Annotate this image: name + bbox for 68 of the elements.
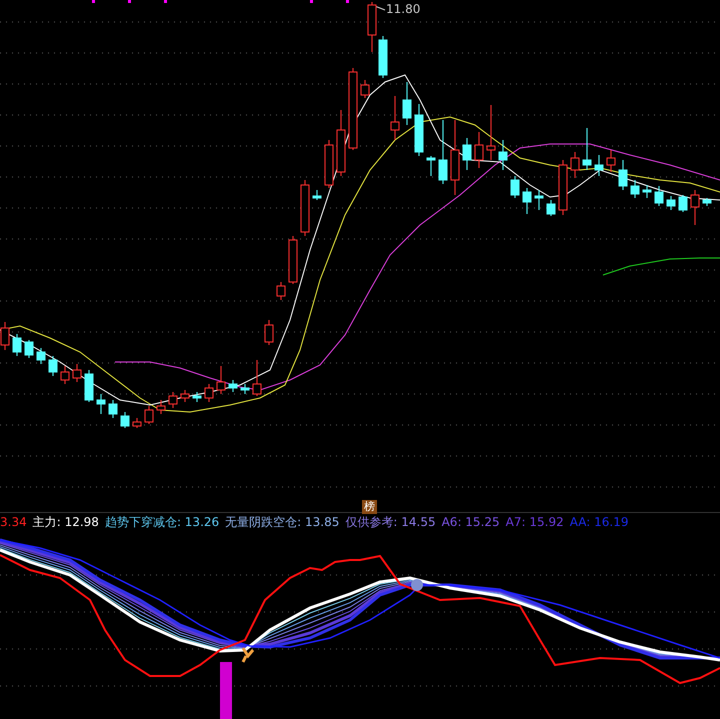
candlestick	[414, 104, 424, 156]
candlestick	[558, 160, 568, 216]
candlestick	[402, 82, 412, 126]
candlestick	[606, 150, 616, 172]
candlestick	[498, 140, 508, 170]
candlestick	[630, 180, 640, 198]
candlestick	[204, 384, 214, 402]
candlestick	[522, 188, 532, 214]
candlestick	[690, 190, 700, 226]
candlestick	[156, 400, 166, 414]
candlestick	[132, 418, 142, 428]
candlestick	[642, 184, 652, 198]
candlestick	[84, 370, 94, 402]
candlestick	[96, 394, 106, 414]
candlestick	[12, 334, 22, 356]
candlestick	[264, 320, 274, 346]
candlestick	[252, 360, 262, 396]
indicator-value: A6: 15.25	[442, 515, 500, 529]
indicator-value: 仅供参考: 14.55	[345, 514, 436, 530]
candlestick	[24, 340, 34, 358]
candlestick	[300, 180, 310, 236]
candlestick	[324, 140, 334, 188]
candlestick	[390, 96, 400, 140]
candlestick	[666, 196, 676, 210]
indicator-value: AA: 16.19	[570, 515, 628, 529]
candlestick	[60, 366, 70, 384]
indicator-value: A7: 15.92	[506, 515, 564, 529]
candlestick	[360, 80, 370, 98]
candlestick	[276, 282, 286, 300]
candlestick	[594, 154, 604, 176]
candlestick	[72, 364, 82, 382]
candlestick	[534, 190, 544, 210]
candlestick	[108, 400, 118, 418]
candlestick	[546, 200, 556, 216]
signal-dot-icon	[411, 579, 423, 591]
candlestick	[312, 190, 322, 200]
candlestick	[654, 186, 664, 206]
indicator-value: 趋势下穿减仓: 13.26	[104, 514, 220, 530]
histogram-bar	[220, 662, 232, 719]
candlestick	[36, 348, 46, 364]
indicator-value: 主力: 12.98	[32, 514, 99, 530]
candlestick	[228, 380, 238, 392]
candlestick	[618, 160, 628, 190]
candlestick	[678, 194, 688, 212]
candlestick	[378, 36, 388, 78]
candlestick	[168, 392, 178, 408]
candlestick	[336, 110, 346, 176]
candlestick	[216, 366, 226, 394]
candlestick	[510, 176, 520, 198]
high-price-label: 11.80	[386, 2, 420, 16]
indicator-value: 无量阴跌空仓: 13.85	[225, 514, 340, 530]
candlestick	[240, 384, 250, 394]
candlestick	[120, 412, 130, 428]
candlestick	[570, 152, 580, 178]
candlestick	[144, 406, 154, 424]
candlestick	[180, 390, 190, 402]
candlestick	[486, 104, 496, 160]
candlestick	[474, 132, 484, 168]
candlestick	[288, 236, 298, 284]
candlestick	[192, 392, 202, 402]
rank-badge: 榜	[362, 500, 377, 514]
indicator-value: 3.34	[0, 515, 27, 529]
candlestick	[48, 356, 58, 376]
candlestick	[462, 138, 472, 170]
candlestick	[438, 120, 448, 184]
candlestick	[426, 156, 436, 176]
candlestick	[582, 128, 592, 170]
candlestick	[702, 198, 712, 206]
